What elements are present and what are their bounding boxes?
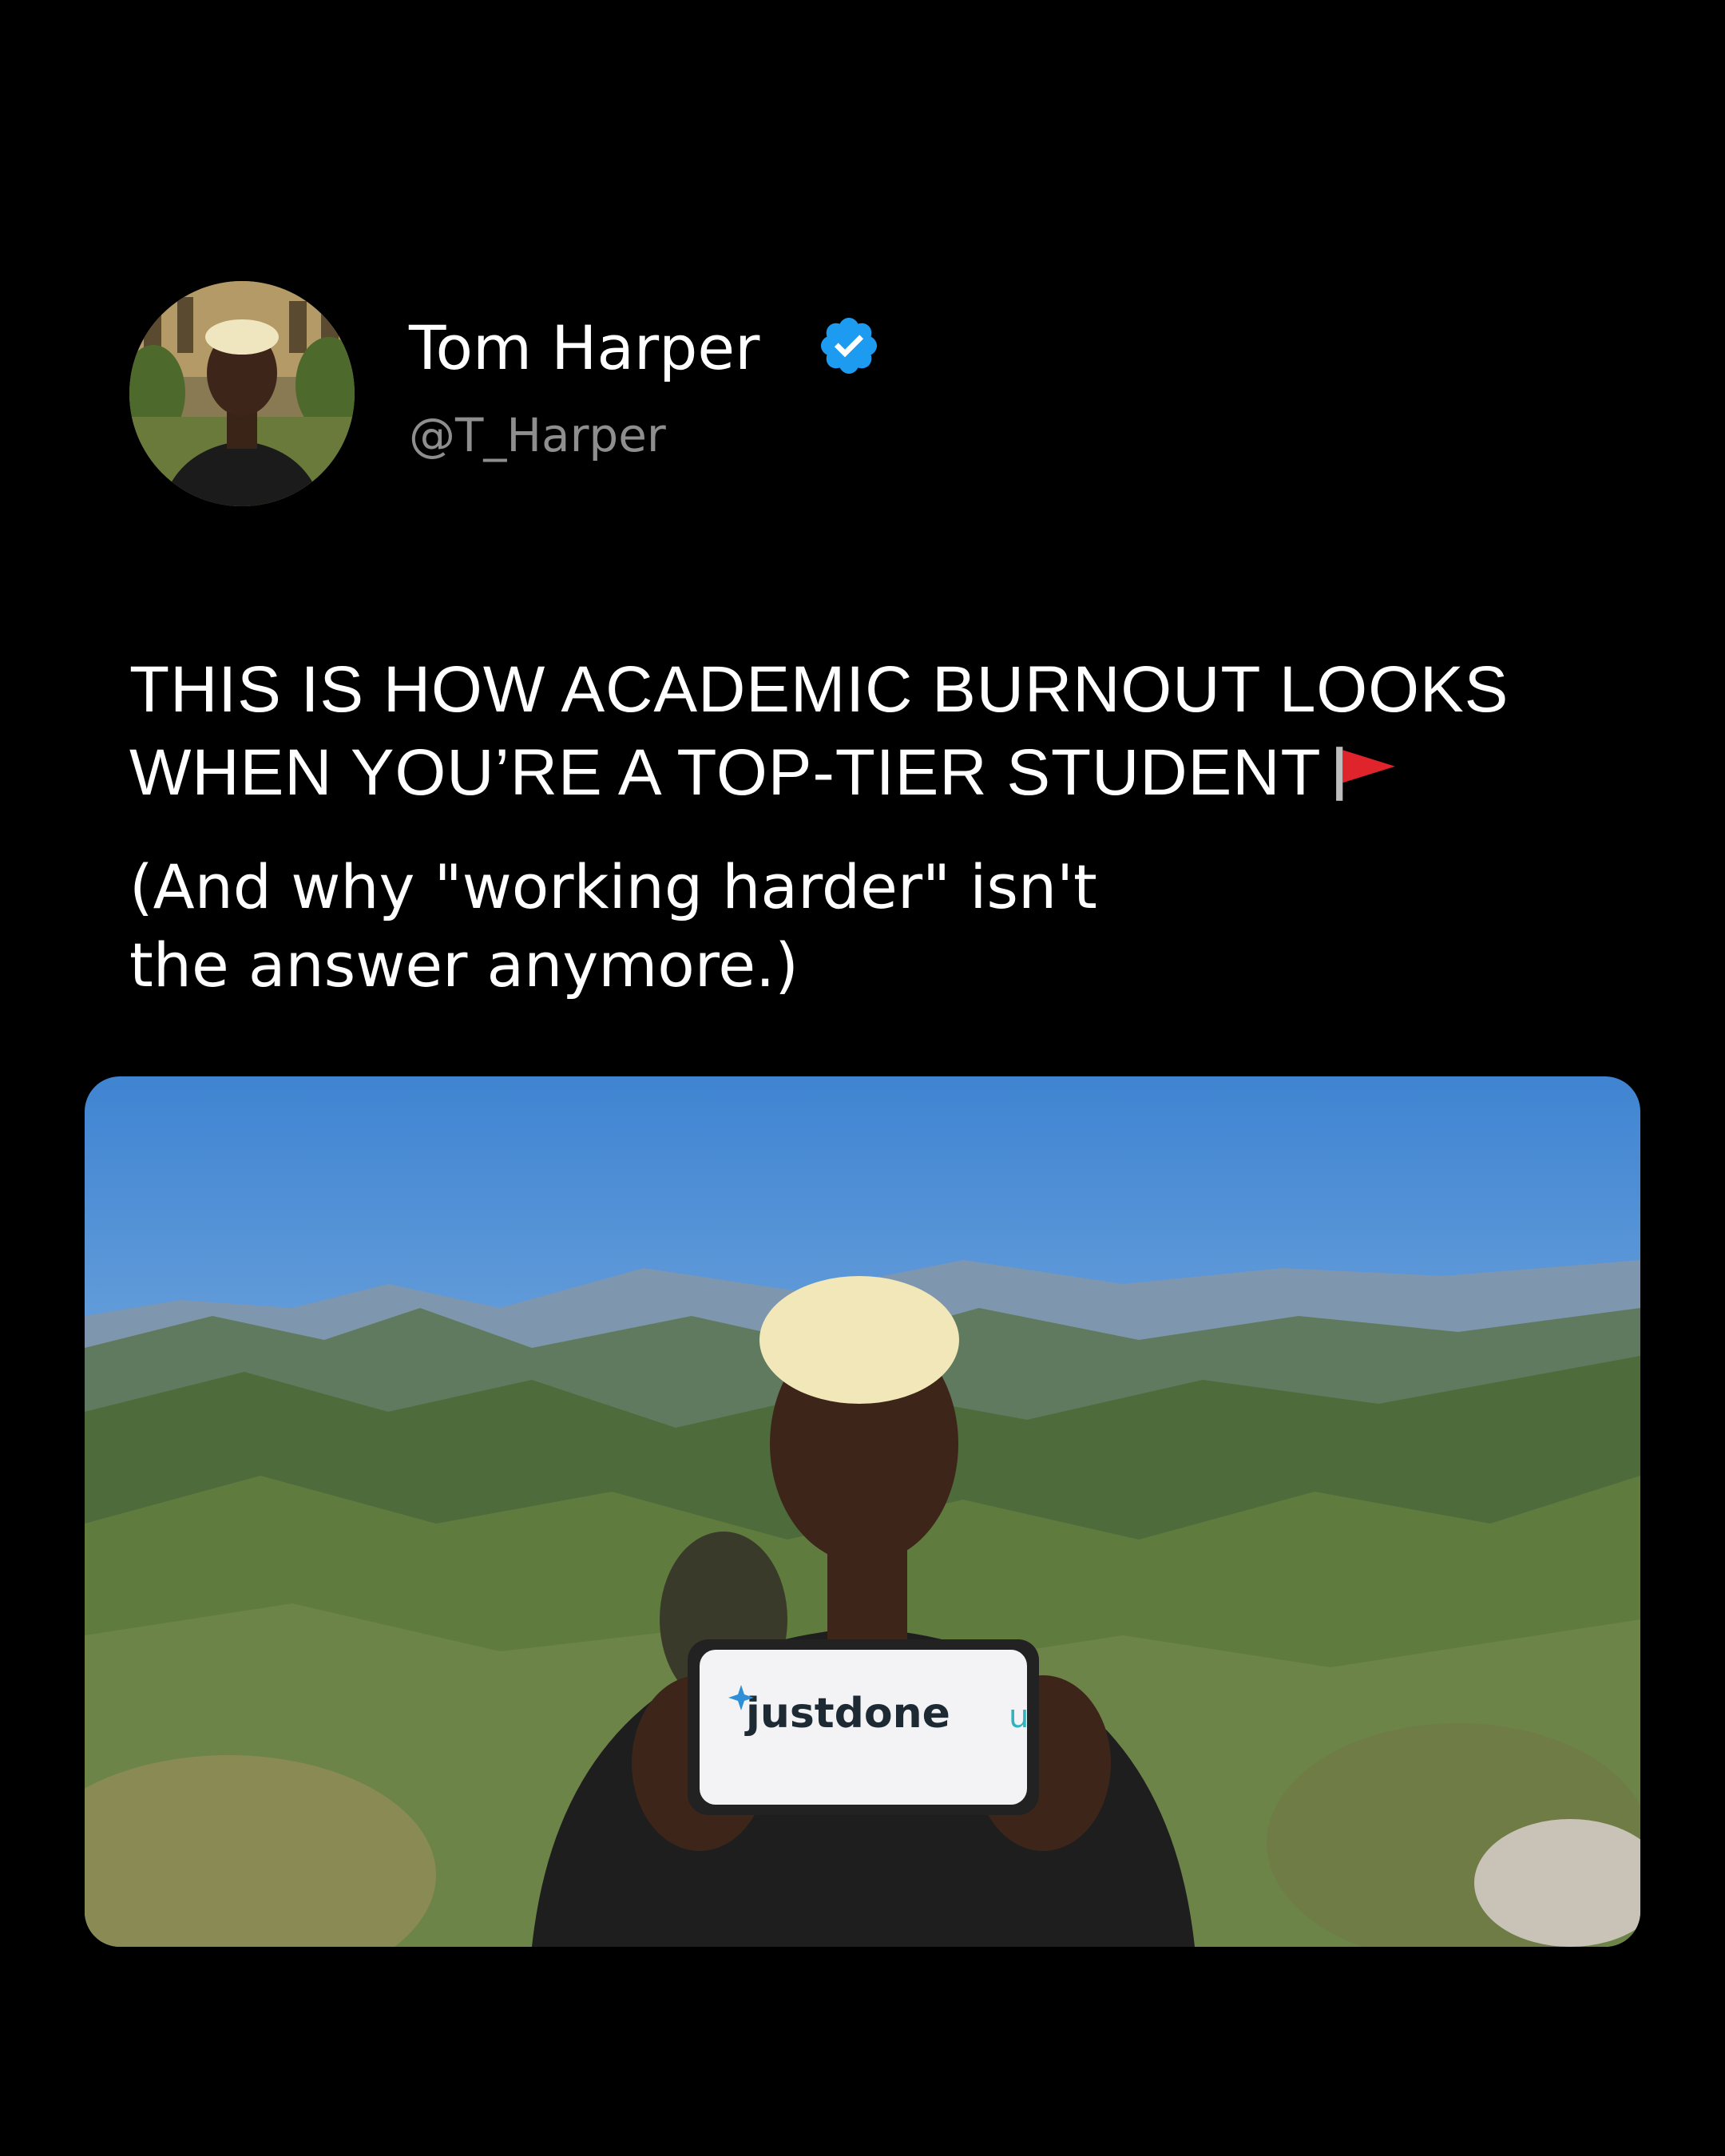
headline-line-1: THIS IS HOW ACADEMIC BURNOUT LOOKS — [129, 653, 1509, 726]
profile-handle[interactable]: @T_Harper — [409, 412, 666, 458]
headline-line-2-wrap: WHEN YOU’RE A TOP-TIER STUDENT — [129, 731, 1647, 814]
verified-badge-icon — [820, 317, 878, 375]
post-photo[interactable]: justdone u — [85, 1076, 1640, 1947]
post-header: Tom Harper @T_Harper — [129, 281, 1327, 508]
headline-line-2: WHEN YOU’RE A TOP-TIER STUDENT — [129, 736, 1322, 809]
subtext-line-2: the answer anymore.) — [129, 929, 799, 1001]
post-headline: THIS IS HOW ACADEMIC BURNOUT LOOKS WHEN … — [129, 648, 1647, 814]
post-subtext: (And why "working harder" isn't the answ… — [129, 848, 1407, 1005]
phone-screen-text: justdone — [744, 1690, 950, 1738]
profile-name[interactable]: Tom Harper — [409, 318, 759, 378]
mountain-photo: justdone u — [85, 1076, 1640, 1947]
red-flag-icon — [1335, 747, 1395, 801]
avatar[interactable] — [129, 281, 355, 506]
phone-partial-text: u — [1009, 1698, 1029, 1735]
avatar-image — [129, 281, 355, 506]
subtext-line-1: (And why "working harder" isn't — [129, 851, 1097, 922]
